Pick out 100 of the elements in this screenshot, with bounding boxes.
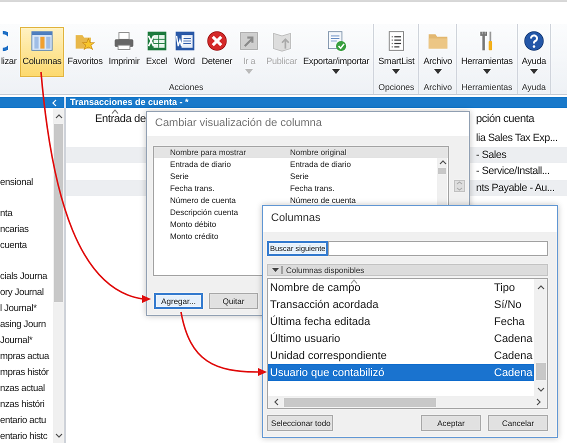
list-cell[interactable]: Número de cuenta	[170, 196, 290, 204]
list-row[interactable]: Última fecha editada Fecha	[268, 313, 534, 330]
list-cell[interactable]: Entrada de diario	[170, 160, 290, 168]
nav-item[interactable]: ensional	[0, 175, 53, 191]
caret-icon	[392, 69, 400, 74]
dialog-button[interactable]: Cancelar	[488, 415, 548, 431]
printer-icon	[113, 30, 136, 52]
ribbon-button[interactable]: Excel	[142, 27, 171, 77]
list-cell[interactable]: Número de cuenta	[290, 196, 356, 204]
spreadsheet-icon	[146, 30, 168, 52]
list-cell[interactable]: Fecha trans.	[290, 184, 334, 192]
export-icon	[325, 30, 348, 52]
move-icon	[454, 180, 465, 192]
caret-icon	[482, 69, 491, 74]
list-cell-text: Usuario que contabilizó	[270, 366, 386, 378]
scroll-up-icon	[54, 112, 64, 121]
ribbon-button[interactable]: Columnas	[20, 27, 64, 77]
nav-item[interactable]: mpras histór	[0, 365, 53, 381]
caret-icon	[332, 69, 340, 74]
sort-icon	[111, 109, 119, 114]
scrollbar-thumb[interactable]	[438, 168, 446, 174]
dialog-button[interactable]: Seleccionar todo	[267, 415, 333, 431]
list-cell: Cadena	[494, 350, 534, 362]
column-header[interactable]: Nombre original	[290, 148, 346, 157]
nav-item[interactable]: mpras actua	[0, 349, 53, 365]
nav-item[interactable]: asing Journ	[0, 317, 53, 333]
scroll-up-icon	[536, 283, 546, 292]
ribbon-button[interactable]: SmartList	[375, 27, 418, 77]
document-icon	[174, 30, 196, 52]
nav-item[interactable]: nzas históri	[0, 397, 53, 413]
scrollbar[interactable]	[53, 108, 64, 443]
ribbon-button[interactable]: lizar	[0, 27, 18, 77]
ribbon-button[interactable]: Exportar/importar	[300, 27, 372, 77]
ribbon-button[interactable]: Herramientas	[458, 27, 516, 77]
list-cell-text: Fecha	[494, 316, 526, 328]
columns-icon	[30, 30, 53, 52]
ribbon-button[interactable]: Archivo	[420, 27, 456, 77]
scrollbar[interactable]	[534, 279, 547, 396]
scrollbar-thumb[interactable]	[536, 363, 546, 380]
dialog-button[interactable]: Agregar...	[154, 293, 203, 309]
scroll-up-icon	[438, 158, 446, 166]
nav-item[interactable]: nta	[0, 206, 53, 222]
ribbon-button[interactable]: Favoritos	[64, 27, 106, 77]
list-row[interactable]: Último usuario Cadena	[268, 330, 534, 347]
dialog-button[interactable]: Aceptar	[421, 415, 481, 431]
list-cell[interactable]: Fecha trans.	[170, 184, 290, 192]
list-cell[interactable]: Serie	[290, 172, 309, 180]
nav-item[interactable]: entario histc	[0, 429, 53, 443]
scroll-left-icon	[272, 397, 281, 407]
nav-item[interactable]: ory Journal	[0, 285, 53, 301]
list-row[interactable]: Unidad correspondiente Cadena	[268, 347, 534, 364]
nav-item[interactable]: Journal*	[0, 333, 53, 349]
ribbon-button[interactable]: Imprimir	[106, 27, 143, 77]
nav-item[interactable]: cials Journa	[0, 269, 53, 285]
section-title: Columnas disponibles	[286, 266, 364, 274]
column-header[interactable]: Nombre de campo	[270, 282, 494, 294]
list-cell[interactable]: Serie	[170, 172, 290, 180]
scroll-down-icon	[54, 431, 64, 440]
grid-cell-text: - Sales	[476, 148, 508, 161]
grid-cell-text: nts Payable - Au...	[476, 182, 556, 194]
scroll-right-icon	[534, 397, 543, 407]
group-label: Acciones	[168, 81, 204, 93]
column-header[interactable]: Nombre para mostrar	[170, 148, 290, 157]
expand-icon	[271, 266, 283, 274]
nav-item[interactable]: ncarias	[0, 222, 53, 238]
column-header[interactable]: pción cuenta	[476, 113, 534, 125]
caret-icon	[245, 69, 254, 74]
list-row[interactable]: Transacción acordada Sí/No	[268, 296, 534, 313]
stop-icon	[206, 30, 228, 52]
caret-icon	[530, 69, 538, 74]
nav-item[interactable]: cuenta	[0, 238, 53, 254]
column-header[interactable]: Tipo	[494, 282, 534, 294]
ribbon-button[interactable]: Word	[170, 27, 199, 77]
list-cell-text: Unidad correspondiente	[270, 350, 388, 362]
ribbon-button[interactable]: Ayuda	[518, 27, 550, 77]
search-field[interactable]	[328, 241, 548, 256]
nav-item[interactable]: nzas actual	[0, 381, 53, 397]
help-icon	[522, 30, 545, 52]
group-label: Archivo	[422, 81, 453, 93]
group-label: Opciones	[377, 81, 416, 93]
caret-icon	[434, 69, 442, 74]
scrollbar-thumb[interactable]	[54, 124, 63, 302]
list-cell-text: Último usuario	[270, 332, 342, 344]
list-cell[interactable]: Entrada de diario	[290, 160, 351, 168]
dialog-button[interactable]: Quitar	[209, 293, 258, 309]
column-header[interactable]: Entrada de	[95, 113, 146, 125]
scroll-down-icon	[536, 385, 546, 394]
grid-cell-text: lia Sales Tax Exp...	[476, 132, 559, 144]
ribbon-button[interactable]: Detener	[198, 27, 236, 77]
section-header[interactable]: Columnas disponibles	[267, 264, 548, 276]
list-cell: Cadena	[494, 366, 534, 378]
book-icon	[270, 30, 293, 52]
nav-item[interactable]: l Journal*	[0, 301, 53, 317]
scrollbar-thumb[interactable]	[284, 398, 436, 406]
refresh-icon	[1, 30, 8, 52]
list-cell-text: Última fecha editada	[270, 316, 372, 328]
nav-item[interactable]: entario actu	[0, 413, 53, 429]
list-row[interactable]: Usuario que contabilizó Cadena	[268, 364, 534, 381]
sort-icon	[350, 279, 358, 284]
scrollbar[interactable]	[268, 396, 547, 408]
